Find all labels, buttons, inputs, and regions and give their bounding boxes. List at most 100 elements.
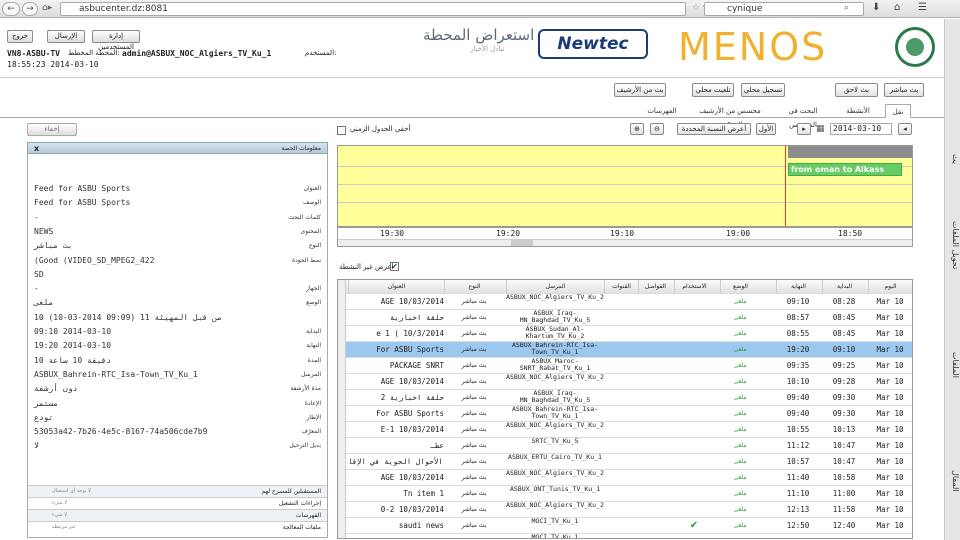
hide-timeline-label: أخفي الجدول الزمني	[350, 125, 411, 133]
tab-transfer[interactable]: نقل	[885, 104, 911, 118]
table-row[interactable]: Mar 10 09:30 09:40 ملغى ASBUX_Iraq-MN_Baghda…	[338, 390, 912, 406]
table-cell: 09:40	[786, 409, 810, 418]
table-cell	[638, 486, 672, 502]
zoom-in-icon[interactable]: ⊕	[630, 123, 644, 135]
home-button-icon[interactable]: ⌂	[894, 2, 900, 13]
timeline-gridline	[338, 184, 912, 185]
column-header[interactable]: اليوم	[868, 280, 912, 294]
table-cell: ASBUX_Bahrein-RTC_Isa-Town_TV_Ku_1	[511, 342, 599, 356]
table-cell: بث مباشر	[461, 346, 487, 353]
hide-button[interactable]: إخفاء	[27, 123, 77, 136]
column-header[interactable]: الوضع	[720, 280, 760, 294]
table-row[interactable]: Mar 10 10:13 10:55 ملغى ASBUX_NOC_Algiers_TV…	[338, 422, 912, 438]
tab-catalogs[interactable]: الفهرسات	[644, 104, 680, 118]
table-cell: 08:45	[832, 329, 856, 338]
table-row[interactable]: Mar 10 08:28 09:10 ملغى ASBUX_NOC_Algiers_TV…	[338, 294, 912, 310]
tab-activities[interactable]: الأنشطة	[838, 104, 878, 118]
column-header[interactable]: البداية	[822, 280, 866, 294]
hide-timeline-checkbox[interactable]	[337, 126, 346, 135]
show-selected-button[interactable]: أعرض النسبة المحددة	[677, 123, 751, 135]
table-row[interactable]: Mar 10 10:47 11:12 ملغى SRTC_TV_Ku_5 بث مباشر…	[338, 438, 912, 454]
deferred-broadcast-button[interactable]: بث لاحق	[835, 83, 878, 97]
prev-day-button[interactable]: ◂	[898, 123, 912, 135]
table-row[interactable]: Mar 10 09:28 10:10 ملغى ASBUX_NOC_Algiers_TV…	[338, 374, 912, 390]
table-row[interactable]: Mar 10 09:25 09:35 ملغى ASBUX_Maroc-SNRT_Rab…	[338, 358, 912, 374]
table-row[interactable]: Mar 10 11:00 11:10 ملغى ASBUX_ONT_Tunis_TV_K…	[338, 486, 912, 502]
footer-row[interactable]: الفهرسات لا شيء	[28, 509, 327, 521]
info-row: 09:10 2014-03-10 البداية	[34, 325, 321, 339]
table-cell: بث مباشر	[444, 534, 504, 538]
column-header[interactable]: النوع	[444, 280, 504, 294]
axis-tick: 19:30	[380, 229, 405, 238]
tab-search[interactable]: البحث في المحسس	[775, 104, 831, 129]
archive-broadcast-button[interactable]: بث من الأرشيف	[614, 83, 666, 97]
search-icon[interactable]: ⌕	[844, 3, 849, 13]
footer-row[interactable]: ملفات المعالجة غير مرتبطة	[28, 521, 327, 533]
table-cell	[638, 342, 672, 358]
local-cancel-button[interactable]: تلغيت محلي	[692, 83, 734, 97]
side-tab[interactable]: المقال	[944, 451, 960, 511]
table-cell: بث مباشر	[461, 458, 487, 465]
table-cell: بث مباشر	[461, 378, 487, 385]
info-key: مدة الأرشفة	[290, 385, 321, 393]
grid-scrollbar[interactable]	[338, 280, 346, 538]
table-row[interactable]: Mar 10 08:45 08:55 ملغى ASBUX_Sudan_Al-Khart…	[338, 326, 912, 342]
search-input[interactable]: cynique	[704, 2, 864, 16]
next-day-button[interactable]: ▸	[797, 123, 811, 135]
first-button[interactable]: الأول	[756, 123, 776, 135]
url-bar[interactable]: asbucenter.dz:8081	[60, 2, 686, 16]
close-icon[interactable]: x	[34, 143, 39, 154]
table-row[interactable]: Mar 10 09:30 09:40 ملغى ASBUX_Bahrein-RTC_Is…	[338, 406, 912, 422]
app-title: استعراض المحطة	[423, 26, 535, 44]
side-tab[interactable]: الملفات	[944, 335, 960, 395]
app-subtitle: تبادل الأخبار	[470, 45, 505, 53]
column-header[interactable]: القنوات	[604, 280, 638, 294]
timeline-event[interactable]: from oman to Alkass	[788, 163, 902, 176]
table-cell: ASBUX_NOC_Algiers_TV_Ku_2	[506, 470, 604, 477]
column-header[interactable]: العنوان	[348, 280, 444, 294]
user-label: المستخدم:	[305, 49, 337, 57]
table-cell: ASBUX_Iraq-MN_Baghdad_TV_Ku_5	[519, 310, 591, 324]
local-record-button[interactable]: تسجيل محلي	[741, 83, 785, 97]
table-row[interactable]: Mar 10 08:45 08:57 ملغى ASBUX_Iraq-MN_Baghda…	[338, 310, 912, 326]
table-cell: MOCI_TV_Ku_1	[531, 518, 579, 525]
info-key: البداية	[305, 328, 321, 335]
table-row[interactable]: Mar 1013:0018:00 ملغى MOCI_TV_Ku_1 بث مباشر…	[338, 534, 912, 538]
live-broadcast-button[interactable]: بث مباشر	[884, 83, 924, 97]
home-icon[interactable]: ⌂▸	[42, 3, 52, 13]
timeline-scrollbar[interactable]	[338, 239, 912, 246]
zoom-out-icon[interactable]: ⊖	[650, 123, 664, 135]
column-header[interactable]: الاستخدام	[674, 280, 714, 294]
column-header[interactable]: المرسل	[506, 280, 604, 294]
download-icon[interactable]: ⬇	[872, 2, 880, 13]
timeline-bar-gray[interactable]	[788, 146, 912, 158]
timeline[interactable]: from oman to Alkass	[337, 145, 913, 227]
user-management-button[interactable]: إدارة المستخدمين	[92, 30, 140, 51]
side-tab[interactable]: يث	[944, 129, 960, 189]
menu-icon[interactable]: ☰	[918, 2, 927, 13]
calendar-icon[interactable]: ▦	[816, 124, 825, 134]
table-row[interactable]: Mar 10 10:47 10:57 ملغى ASBUX_ERTU_Cairo_TV_…	[338, 454, 912, 470]
table-cell: E-1 10/03/2014	[380, 425, 444, 434]
search-text: cynique	[727, 4, 763, 14]
table-row[interactable]: Mar 10 12:40 12:50 ملغى ✔ MOCI_TV_Ku_1 بث مباش…	[338, 518, 912, 534]
table-cell: AGE 10/03/2014	[380, 297, 444, 306]
table-row[interactable]: Mar 10 10:58 11:40 ملغى ASBUX_NOC_Algiers_TV…	[338, 470, 912, 486]
user-name: admin@ASBUX_NOC_Algiers_TV_Ku_1	[122, 49, 272, 58]
forward-button[interactable]: →	[22, 2, 38, 16]
tab-central-archive[interactable]: محسس من الأرشيف المركزي	[690, 104, 770, 129]
date-input[interactable]: 2014-03-10	[830, 123, 892, 135]
table-row[interactable]: Mar 10 11:58 12:13 ملغى ASBUX_NOC_Algiers_TV…	[338, 502, 912, 518]
column-header[interactable]: النهاية	[776, 280, 820, 294]
footer-value: لا شيء	[52, 500, 68, 506]
back-button[interactable]: ←	[2, 2, 20, 16]
footer-row[interactable]: المستقبلين للمسرح لهم لا يوجد أي استقبال	[28, 485, 327, 497]
footer-row[interactable]: إجراءات التشغيل لا شيء	[28, 497, 327, 509]
table-row[interactable]: Mar 10 09:10 19:20 ملغى ASBUX_Bahrein-RTC_Is…	[338, 342, 912, 358]
send-button[interactable]: الإرسال	[47, 30, 85, 43]
table-cell	[604, 422, 638, 438]
logout-button[interactable]: خروج	[7, 30, 34, 43]
column-header[interactable]: القواصل	[638, 280, 672, 294]
table-cell	[674, 374, 714, 390]
side-tab[interactable]: تحويل الملفات	[944, 215, 960, 275]
